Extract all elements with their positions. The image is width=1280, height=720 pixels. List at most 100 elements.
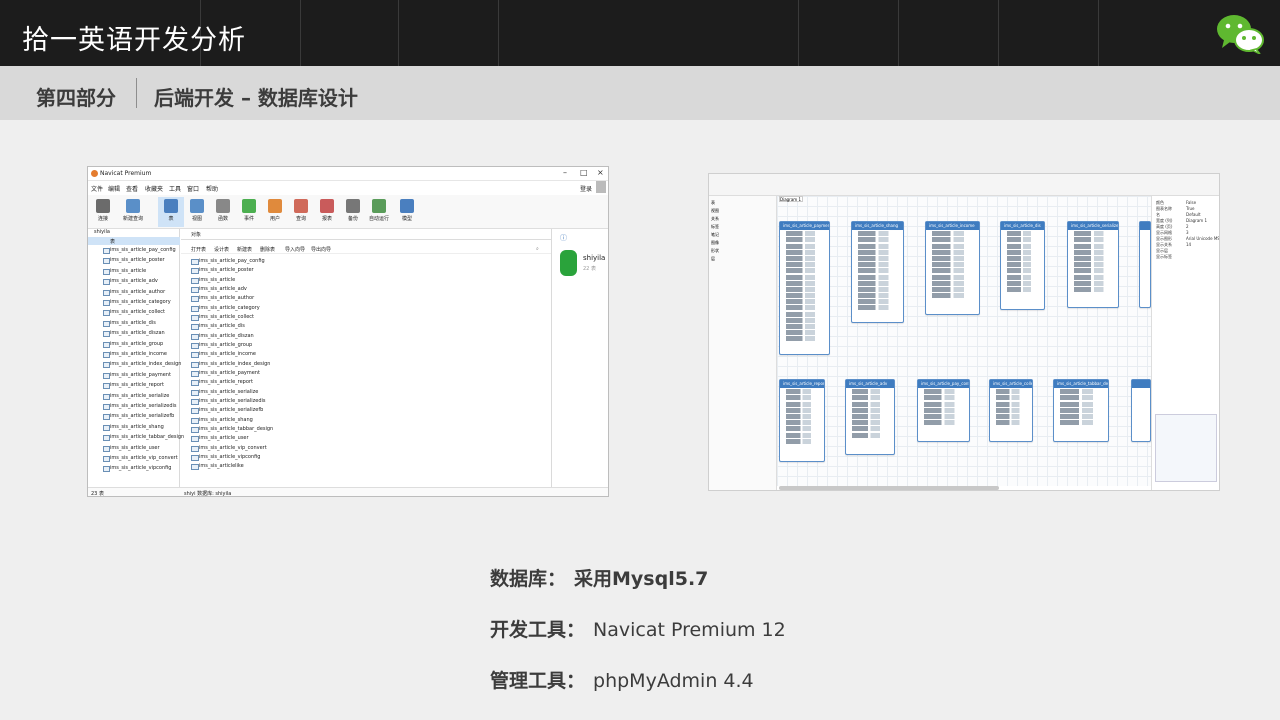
tree-item: ims_sis_article_tabbar_design <box>102 434 185 441</box>
tree-item: ims_sis_article_diszan <box>103 330 165 337</box>
object-item: ims_sis_article_user <box>191 435 249 442</box>
tree-item: ims_sis_article_serializefb <box>102 413 175 420</box>
info-key: 数据库： <box>490 568 567 590</box>
entity-table: ims_sis_article_collect <box>989 379 1033 442</box>
tool-function: 函数 <box>210 197 236 222</box>
tree-item: ims_sis_article_group <box>102 341 164 348</box>
status-db: shiyi 数据库: shiyila <box>184 491 232 497</box>
maximize-icon: □ <box>580 168 588 177</box>
prop-value: 3 <box>1186 230 1189 235</box>
object-item: ims_sis_article_collect <box>190 314 255 321</box>
navicat-statusbar: 23 表 shiyi 数据库: shiyila <box>88 487 608 497</box>
tree-item: ims_sis_article_shang <box>103 424 164 431</box>
er-left-item: 笔记 <box>711 232 719 237</box>
wechat-icon <box>1217 15 1264 54</box>
tool-new-query: 新建查询 <box>120 197 146 222</box>
er-horizontal-scrollbar <box>779 486 999 490</box>
prop-value: 2 <box>1186 224 1189 229</box>
navicat-logo-icon <box>91 170 98 177</box>
object-item: ims_sis_article_income <box>191 351 256 358</box>
entity-table: ims_sis_article_pay_config <box>917 379 970 442</box>
action-export-wizard: 导出向导 <box>311 247 332 253</box>
tool-report: 报表 <box>314 197 340 222</box>
object-item: ims_sis_article_author <box>190 295 255 302</box>
er-left-item: 视图 <box>711 208 719 213</box>
prop-value: 14 <box>1186 242 1192 247</box>
entity-table: ims_sis_article_serializedis <box>1067 221 1119 308</box>
info-dev-tool: 开发工具： Navicat Premium 12 <box>490 615 786 642</box>
tree-item: ims_sis_article_serializedis <box>102 403 177 410</box>
object-item: ims_sis_article_tabbar_design <box>190 426 274 433</box>
er-tab: Diagram 1 <box>779 196 803 202</box>
entity-table: ims_sis_article_tabbar_design <box>1053 379 1109 442</box>
navicat-screenshot: Navicat Premium – □ × 文件 编辑 查看 收藏夹 工具 窗口… <box>87 166 609 497</box>
info-key: 管理工具： <box>490 670 586 692</box>
section-title: 后端开发 – 数据库设计 <box>154 86 358 110</box>
avatar <box>596 181 606 193</box>
navicat-tree: shiyila 表 ims_sis_article_pay_config ims… <box>88 229 184 487</box>
tree-item: ims_sis_article_collect <box>102 309 166 316</box>
entity-table: ims_sis_article_shang <box>851 221 904 323</box>
prop-value: False <box>1186 200 1197 205</box>
menu-item: 工具 <box>169 186 182 193</box>
entity-table: ims_sis_article_payment <box>779 221 830 355</box>
tree-group-row: 表 <box>88 237 180 245</box>
prop-value: Default <box>1186 212 1201 217</box>
info-database: 数据库： 采用Mysql5.7 <box>490 564 708 591</box>
entity-table: ims_sis_article_report <box>779 379 825 462</box>
er-left-item: 标签 <box>711 224 719 229</box>
object-item: ims_sis_article_vip_convert <box>191 445 267 452</box>
tree-item: ims_sis_article_index_design <box>102 361 182 368</box>
tool-table: 表 <box>158 197 184 227</box>
prop-value: True <box>1186 206 1195 211</box>
tree-item: ims_sis_article_adv <box>103 278 158 285</box>
object-item: ims_sis_article_payment <box>191 370 260 377</box>
prop-value: Diagram 1 <box>1186 218 1207 223</box>
entity-table <box>1131 379 1151 442</box>
info-key: 开发工具： <box>490 619 586 641</box>
db-name: shiyila <box>583 254 606 262</box>
navicat-info-pane: ⓘ shiyila 22 表 <box>551 229 608 487</box>
object-item: ims_sis_article_diszan <box>191 333 254 340</box>
tool-model: 模型 <box>394 197 420 222</box>
tree-item: ims_sis_article <box>102 268 147 275</box>
info-value: 采用Mysql5.7 <box>574 568 709 590</box>
er-left-item: 层 <box>711 256 715 261</box>
section-part: 第四部分 <box>36 86 116 110</box>
status-count: 23 表 <box>91 491 104 497</box>
tree-item: ims_sis_article_vip_convert <box>103 455 178 462</box>
object-item: ims_sis_article_index_design <box>190 361 271 368</box>
object-item: ims_sis_article_report <box>191 379 253 386</box>
objects-tab: 对象 <box>181 229 551 240</box>
menu-item: 文件 <box>91 186 104 193</box>
er-left-item: 图像 <box>711 240 719 245</box>
connection-name: shiyila <box>94 229 110 235</box>
info-value: phpMyAdmin 4.4 <box>593 670 754 692</box>
object-item: ims_sis_article_group <box>190 342 253 349</box>
login-link: 登录 <box>579 186 592 193</box>
action-open-table: 打开表 <box>191 247 207 253</box>
minimize-icon: – <box>563 168 567 177</box>
tree-item: ims_sis_article_pay_config <box>103 247 176 254</box>
er-minimap <box>1155 414 1217 482</box>
prop-value: Arial Unicode MS <box>1186 236 1220 241</box>
er-diagram-screenshot: 表 视图 关系 标签 笔记 图像 形状 层 Diagram 1 ims_sis_… <box>708 173 1220 491</box>
action-design-table: 设计表 <box>214 247 230 253</box>
entity-table: ims_sis_article_income <box>925 221 980 315</box>
action-delete-table: 删除表 <box>260 247 276 253</box>
tool-backup: 备份 <box>340 197 366 222</box>
entity-table: ims_sis_article_dis <box>1000 221 1045 310</box>
section-bar: 第四部分 后端开发 – 数据库设计 <box>0 66 1280 120</box>
tree-item: ims_sis_article_serialize <box>102 393 170 400</box>
page-title: 拾一英语开发分析 <box>22 25 246 56</box>
info-value: Navicat Premium 12 <box>593 619 786 641</box>
object-item: ims_sis_article_poster <box>191 267 254 274</box>
navicat-objects-pane: 对象 打开表 设计表 新建表 删除表 导入向导 导出向导 ⌕ ims_sis_a… <box>181 229 551 487</box>
menu-item: 编辑 <box>108 186 121 193</box>
er-left-panel: 表 视图 关系 标签 笔记 图像 形状 层 <box>709 196 777 490</box>
object-item: ims_sis_article_vipconfig <box>190 454 261 461</box>
object-item: ims_sis_article_shang <box>191 417 253 424</box>
tree-item: ims_sis_article_author <box>102 289 166 296</box>
prop-label: 显示标签 <box>1156 254 1172 259</box>
tool-connect: 连接 <box>90 197 116 222</box>
